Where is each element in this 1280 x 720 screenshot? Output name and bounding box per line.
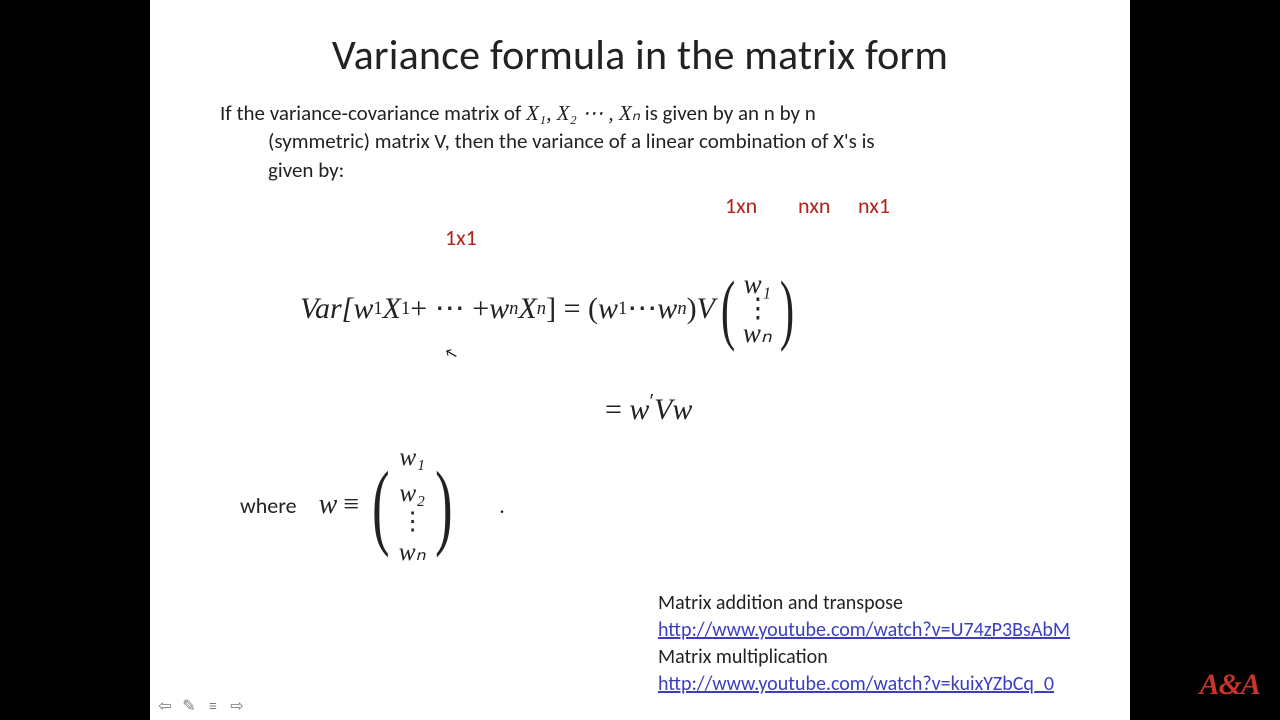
rowvec-dots: ⋯ <box>627 291 657 326</box>
dim-label-nx1: nx1 <box>858 192 890 219</box>
rowvec-w1: w <box>598 292 618 326</box>
rowvec-wn: w <box>657 292 677 326</box>
where-period: . <box>499 492 505 519</box>
plus-dots: + ⋯ + <box>410 291 489 326</box>
wn: w <box>489 292 509 326</box>
intro-line3: given by: <box>268 156 1070 184</box>
col-wn: wₙ <box>743 318 772 349</box>
dim-label-nxn: nxn <box>798 192 830 219</box>
link-url-2[interactable]: http://www.youtube.com/watch?v=kuixYZbCq… <box>658 671 1070 698</box>
eq2-w1: w <box>629 393 649 426</box>
rowvec-w1-sub: 1 <box>618 298 627 320</box>
X1-sub: 1 <box>401 298 410 320</box>
dim-label-1xn: 1xn <box>725 192 757 219</box>
close-eq: ] = ( <box>546 292 598 326</box>
col-vdots: ⋮ <box>744 302 770 316</box>
menu-button[interactable]: ≡ <box>202 696 224 716</box>
link-url-1[interactable]: http://www.youtube.com/watch?v=U74zP3BsA… <box>658 617 1070 644</box>
where-vdots: ⋮ <box>400 516 424 529</box>
where-w1: w₁ <box>399 444 425 472</box>
w-definition: w ≡ ( w₁ w₂ ⋮ wₙ ) <box>319 444 460 567</box>
next-slide-button[interactable]: ⇨ <box>226 696 248 716</box>
intro-line1-post: is given by an n by n <box>645 100 816 126</box>
prev-slide-button[interactable]: ⇦ <box>154 696 176 716</box>
where-wn: wₙ <box>399 537 426 567</box>
eq2-V: V <box>654 393 672 426</box>
pen-tool-button[interactable]: ✎ <box>178 696 200 716</box>
col-vector: ( w₁ ⋮ wₙ ) <box>715 269 800 349</box>
intro-text: If the variance-covariance matrix of X₁,… <box>220 99 1070 184</box>
rowvec-wn-sub: n <box>677 298 686 320</box>
link-label-1: Matrix addition and transpose <box>658 590 1070 617</box>
watermark-logo: A&A <box>1200 668 1260 702</box>
dim-label-1x1: 1x1 <box>445 224 477 251</box>
where-equiv: ≡ <box>343 489 359 521</box>
link-label-2: Matrix multiplication <box>658 644 1070 671</box>
X1: X <box>383 292 401 326</box>
intro-line1-pre: If the variance-covariance matrix of <box>220 100 526 126</box>
rowvec-close: ) <box>687 292 697 326</box>
w1-sub: 1 <box>373 298 382 320</box>
slide-title: Variance formula in the matrix form <box>210 30 1070 81</box>
where-w: w <box>319 489 338 521</box>
eq2-w2: w <box>672 393 692 426</box>
where-w2: w₂ <box>399 480 425 508</box>
V: V <box>697 292 715 326</box>
compact-equation: = w′Vw <box>605 389 692 427</box>
nav-controls: ⇦ ✎ ≡ ⇨ <box>154 696 248 716</box>
eq-equals: = <box>605 393 629 426</box>
where-label: where <box>240 492 297 519</box>
var-open: Var[ <box>300 292 353 326</box>
reference-links: Matrix addition and transpose http://www… <box>658 590 1070 698</box>
where-block: where w ≡ ( w₁ w₂ ⋮ wₙ ) . <box>240 444 505 567</box>
intro-line2: (symmetric) matrix V, then the variance … <box>268 127 1070 155</box>
main-equation: Var[ w1 X1 + ⋯ + wn Xn ] = ( w1 ⋯ wn ) V… <box>300 269 800 349</box>
intro-math-x: X₁, X₂ ⋯ , Xₙ <box>526 101 640 125</box>
Xn: X <box>518 292 536 326</box>
w1: w <box>353 292 373 326</box>
slide: Variance formula in the matrix form If t… <box>150 0 1130 720</box>
where-vector: ( w₁ w₂ ⋮ wₙ ) <box>365 444 459 567</box>
Xn-sub: n <box>537 298 546 320</box>
